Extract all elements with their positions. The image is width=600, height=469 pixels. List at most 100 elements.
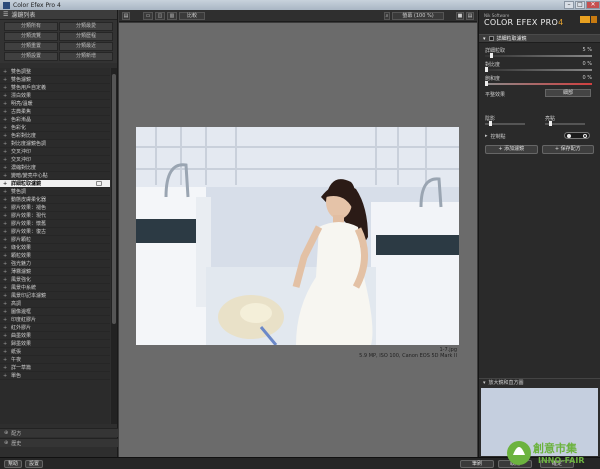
filter-slider[interactable]: 詳細粒取 5 % bbox=[479, 46, 600, 60]
expand-icon[interactable]: + bbox=[3, 109, 8, 115]
filter-item[interactable]: + 風景中糸統 bbox=[0, 284, 110, 292]
zoom-select[interactable]: 螢幕 (100 %) bbox=[392, 12, 444, 20]
preview-canvas[interactable]: 1-7.jpg 5.9 MP, ISO 100, Canon EOS 5D Ma… bbox=[119, 23, 477, 457]
filter-item[interactable]: + 歸墨效果 bbox=[0, 340, 110, 348]
filter-item[interactable]: + 雙色調 bbox=[0, 188, 110, 196]
expand-icon[interactable]: + bbox=[3, 69, 8, 75]
category-tab[interactable]: 分類設置 bbox=[4, 52, 58, 61]
expand-icon[interactable]: + bbox=[3, 301, 8, 307]
category-tab[interactable]: 分類最愛 bbox=[59, 22, 113, 31]
filter-item[interactable]: + 顆粒效果 bbox=[0, 252, 110, 260]
brush-button[interactable]: 筆刷 bbox=[460, 460, 494, 468]
slider-track[interactable] bbox=[485, 83, 592, 85]
expand-icon[interactable]: + bbox=[3, 237, 8, 243]
filter-item[interactable]: + 高調 bbox=[0, 300, 110, 308]
expand-icon[interactable]: + bbox=[3, 229, 8, 235]
expand-icon[interactable]: + bbox=[3, 213, 8, 219]
split-view-icon[interactable]: ◫ bbox=[155, 12, 165, 20]
control-points-toggle[interactable] bbox=[564, 132, 590, 139]
filter-item[interactable]: + 濃縮對比度 bbox=[0, 164, 110, 172]
filter-item[interactable]: + 膠片效果：復古 bbox=[0, 228, 110, 236]
filter-item[interactable]: + 雙色濾鏡 bbox=[0, 76, 110, 84]
slider-knob[interactable] bbox=[485, 81, 488, 86]
category-tab[interactable]: 分類歷程 bbox=[59, 32, 113, 41]
category-tab[interactable]: 分類重置 bbox=[4, 42, 58, 51]
maximize-button[interactable]: □ bbox=[575, 1, 585, 9]
history-section[interactable]: ⊕ 歷史 bbox=[0, 438, 118, 447]
side-by-side-icon[interactable]: ▥ bbox=[167, 12, 177, 20]
highlights-knob[interactable] bbox=[549, 121, 552, 126]
expand-icon[interactable]: + bbox=[3, 373, 8, 379]
filter-item[interactable]: + 印度紅膠片 bbox=[0, 316, 110, 324]
filter-item[interactable]: + 薄霧濾鏡 bbox=[0, 268, 110, 276]
filter-item[interactable]: + 詳一草篇 bbox=[0, 364, 110, 372]
collapse-icon[interactable]: ▾ bbox=[483, 36, 486, 42]
filter-item[interactable]: + 紙張 bbox=[0, 348, 110, 356]
slider-track[interactable] bbox=[485, 55, 592, 57]
filter-item[interactable]: + 單色 bbox=[0, 372, 110, 380]
filter-item[interactable]: + 風景強化 bbox=[0, 276, 110, 284]
expand-icon[interactable]: + bbox=[3, 365, 8, 371]
preview-image[interactable] bbox=[136, 127, 459, 345]
filter-item[interactable]: + 古典柔焦 bbox=[0, 108, 110, 116]
control-points-row[interactable]: ▸ 控制點 bbox=[479, 130, 600, 142]
filter-item[interactable]: + 風景印記本濾鏡 bbox=[0, 292, 110, 300]
save-preset-button[interactable]: + 保存配方 bbox=[541, 145, 594, 154]
filter-item[interactable]: + 紅外膠片 bbox=[0, 324, 110, 332]
filter-item[interactable]: + 明亮/溫暖 bbox=[0, 100, 110, 108]
filter-item[interactable]: + 雙色用戶自定義 bbox=[0, 84, 110, 92]
expand-icon[interactable]: + bbox=[3, 285, 8, 291]
expand-icon[interactable]: + bbox=[3, 309, 8, 315]
filter-item[interactable]: + 雙色調整 bbox=[0, 68, 110, 76]
settings-button[interactable]: 設置 bbox=[25, 460, 43, 468]
cancel-button[interactable]: 取消 bbox=[498, 460, 532, 468]
filter-list-scrollbar[interactable] bbox=[111, 68, 117, 424]
minimize-button[interactable]: – bbox=[564, 1, 574, 9]
expand-icon[interactable]: + bbox=[3, 101, 8, 107]
filter-item[interactable]: + 曲墨效果 bbox=[0, 332, 110, 340]
filter-slider[interactable]: 飽和度 0 % bbox=[479, 74, 600, 88]
expand-icon[interactable]: + bbox=[3, 93, 8, 99]
expand-icon[interactable]: + bbox=[3, 205, 8, 211]
expand-icon[interactable]: + bbox=[3, 261, 8, 267]
expand-icon[interactable]: + bbox=[3, 269, 8, 275]
category-tab[interactable]: 分類最近 bbox=[59, 42, 113, 51]
filter-slider[interactable]: 對比度 0 % bbox=[479, 60, 600, 74]
filter-item[interactable]: + 膠片效果：懷舊 bbox=[0, 220, 110, 228]
expand-icon[interactable]: + bbox=[3, 173, 8, 179]
filter-item[interactable]: + 動態皮膚柔化器 bbox=[0, 196, 110, 204]
loupe-header[interactable]: ▾ 放大鏡和直方圖 bbox=[479, 378, 600, 386]
loupe-expand-icon[interactable]: ▾ bbox=[483, 380, 486, 386]
control-points-expand-icon[interactable]: ▸ bbox=[485, 133, 488, 139]
expand-icon[interactable]: + bbox=[3, 133, 8, 139]
expand-icon[interactable]: + bbox=[3, 277, 8, 283]
ok-button[interactable]: 確定 bbox=[540, 460, 574, 468]
expand-icon[interactable]: + bbox=[3, 197, 8, 203]
close-button[interactable]: ✕ bbox=[586, 1, 600, 9]
single-view-icon[interactable]: ▭ bbox=[143, 12, 153, 20]
zoom-icon[interactable]: ⌕ bbox=[384, 12, 390, 20]
slider-knob[interactable] bbox=[490, 53, 494, 58]
expand-icon[interactable]: + bbox=[3, 157, 8, 163]
add-filter-button[interactable]: + 添加濾鏡 bbox=[485, 145, 538, 154]
help-button[interactable]: 幫助 bbox=[4, 460, 22, 468]
slider-knob[interactable] bbox=[485, 67, 488, 72]
expand-icon[interactable]: + bbox=[3, 141, 8, 147]
expand-icon[interactable]: + bbox=[3, 165, 8, 171]
compare-button[interactable]: 比較 bbox=[179, 12, 205, 20]
filter-item[interactable]: + 色彩化 bbox=[0, 124, 110, 132]
filter-item[interactable]: + 變暗/變亮中心點 bbox=[0, 172, 110, 180]
expand-icon[interactable]: + bbox=[3, 117, 8, 123]
expand-icon[interactable]: + bbox=[3, 317, 8, 323]
expand-icon[interactable]: + bbox=[3, 293, 8, 299]
category-tab[interactable]: 分類所有 bbox=[4, 22, 58, 31]
expand-icon[interactable]: + bbox=[3, 333, 8, 339]
presets-section[interactable]: ⊕ 配方 bbox=[0, 428, 118, 437]
filter-item[interactable]: + 對比度濾鏡色調 bbox=[0, 140, 110, 148]
filter-item[interactable]: + 午夜 bbox=[0, 356, 110, 364]
category-tab[interactable]: 分類流覽 bbox=[4, 32, 58, 41]
filter-section-header[interactable]: ▾ 詳細粒取濾鏡 bbox=[479, 34, 600, 43]
scrollbar-thumb[interactable] bbox=[112, 74, 116, 324]
filter-item[interactable]: + 膠片效果：現代 bbox=[0, 212, 110, 220]
smoothing-select[interactable]: 細部 bbox=[545, 89, 591, 97]
